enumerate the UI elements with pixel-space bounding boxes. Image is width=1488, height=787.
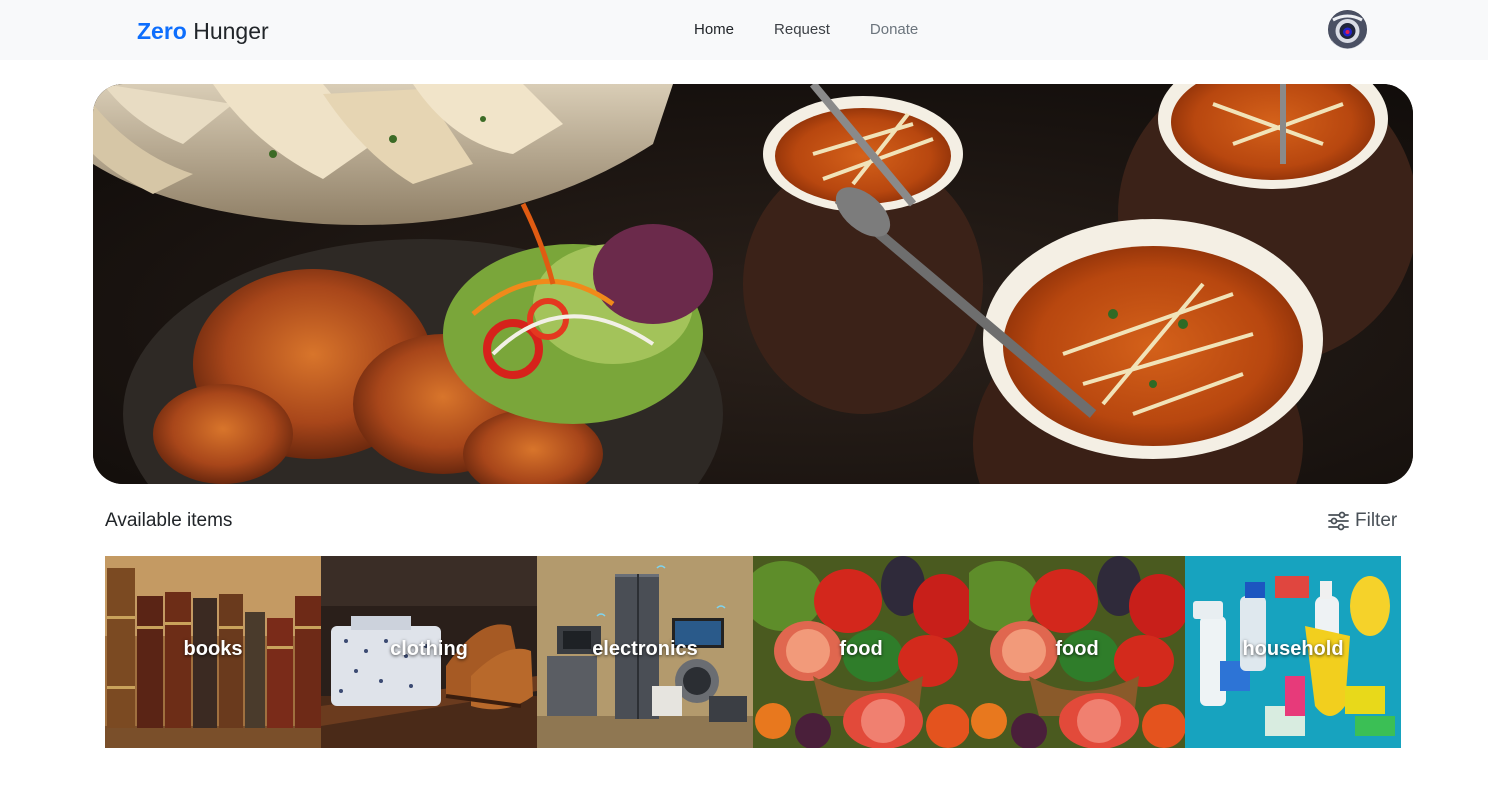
available-items-heading: Available items [105, 510, 233, 531]
brand-accent: Zero [137, 18, 187, 44]
category-tile-books[interactable]: books [105, 556, 321, 748]
navbar: Zero Hunger Home Request Donate [0, 0, 1488, 60]
nav-request[interactable]: Request [774, 19, 830, 41]
category-label: electronics [592, 638, 698, 660]
category-tile-food-2[interactable]: food [969, 556, 1185, 748]
category-tile-food[interactable]: food [753, 556, 969, 748]
category-label: household [1242, 638, 1344, 660]
avatar-image [1328, 10, 1367, 49]
category-label: clothing [390, 638, 468, 660]
brand-rest: Hunger [193, 18, 269, 44]
category-tile-electronics[interactable]: electronics [537, 556, 753, 748]
category-list: books clothing electronics food food hou… [105, 556, 1401, 748]
nav-links: Home Request Donate [694, 19, 918, 41]
category-tile-household[interactable]: household [1185, 556, 1401, 748]
category-label: books [183, 638, 243, 660]
nav-donate[interactable]: Donate [870, 19, 918, 41]
category-label: food [1055, 638, 1099, 660]
brand-logo[interactable]: Zero Hunger [137, 16, 269, 46]
nav-home[interactable]: Home [694, 19, 734, 41]
user-avatar[interactable] [1328, 10, 1367, 49]
food-banner-image [93, 84, 1413, 484]
hero-banner [93, 84, 1413, 484]
filter-label: Filter [1355, 510, 1398, 531]
sliders-icon [1328, 511, 1349, 531]
filter-button[interactable]: Filter [1328, 509, 1397, 533]
category-label: food [839, 638, 883, 660]
category-tile-clothing[interactable]: clothing [321, 556, 537, 748]
